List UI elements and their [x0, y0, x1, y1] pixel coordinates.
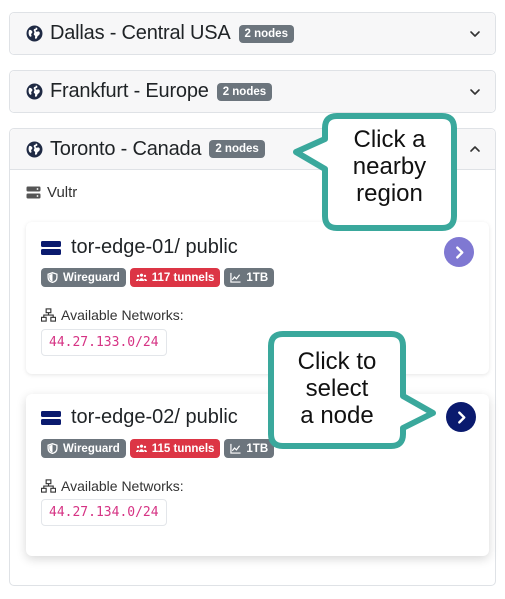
tunnels-tag: 115 tunnels: [129, 439, 221, 458]
chevron-down-icon[interactable]: [469, 86, 481, 98]
callout-line: select: [305, 375, 369, 402]
region-header-frankfurt[interactable]: Frankfurt - Europe 2 nodes: [10, 71, 495, 112]
node-count-badge: 2 nodes: [216, 82, 273, 101]
network-icon: [41, 308, 56, 322]
select-node-button[interactable]: [444, 237, 474, 267]
chevron-down-icon[interactable]: [469, 28, 481, 40]
callout-line: region: [356, 180, 423, 207]
node-scope: / public: [174, 406, 238, 428]
callout-line: a node: [300, 402, 374, 429]
node-name: tor-edge-01: [71, 236, 175, 258]
network-icon: [41, 479, 56, 493]
node-scope: / public: [174, 236, 238, 258]
node-name: tor-edge-02: [71, 406, 175, 428]
node-tags: Wireguard 115 tunnels 1TB: [41, 439, 278, 458]
shield-icon: [47, 443, 58, 454]
callout-line: Click to: [297, 348, 377, 375]
chevron-right-icon: [457, 410, 465, 424]
network-cidr: 44.27.134.0/24: [41, 499, 167, 526]
network-cidr: 44.27.133.0/24: [41, 329, 167, 356]
node-title: tor-edge-02 / public: [41, 406, 238, 429]
users-icon: [135, 444, 147, 453]
callout-line: Click a: [353, 126, 426, 153]
protocol-tag: Wireguard: [41, 439, 126, 458]
networks-label: Available Networks:: [41, 307, 184, 323]
chevron-up-icon[interactable]: [469, 143, 481, 155]
chart-line-icon: [230, 443, 241, 454]
protocol-tag: Wireguard: [41, 268, 126, 287]
node-count-badge: 2 nodes: [238, 24, 294, 43]
region-name: Frankfurt - Europe: [50, 80, 209, 102]
callout-click-region: Click a nearby region: [292, 112, 462, 232]
globe-icon: [26, 83, 43, 100]
region-header-dallas[interactable]: Dallas - Central USA 2 nodes: [10, 13, 495, 54]
server-icon: [41, 410, 61, 425]
select-node-button[interactable]: [446, 402, 476, 432]
tunnels-tag: 117 tunnels: [129, 268, 221, 287]
provider-label: Vultr: [26, 184, 77, 201]
node-tags: Wireguard 117 tunnels 1TB: [41, 268, 278, 287]
server-icon: [41, 240, 61, 255]
networks-label: Available Networks:: [41, 478, 184, 494]
region-name: Dallas - Central USA: [50, 22, 231, 44]
region-name: Toronto - Canada: [50, 137, 202, 160]
region-card-frankfurt[interactable]: Frankfurt - Europe 2 nodes: [9, 70, 496, 113]
bandwidth-tag: 1TB: [224, 268, 275, 287]
provider-name: Vultr: [47, 184, 78, 201]
node-title: tor-edge-01 / public: [41, 236, 238, 259]
callout-line: nearby: [352, 153, 427, 180]
users-icon: [135, 273, 147, 282]
region-card-dallas[interactable]: Dallas - Central USA 2 nodes: [9, 12, 496, 55]
shield-icon: [47, 272, 58, 283]
server-icon: [26, 186, 41, 199]
chart-line-icon: [230, 272, 241, 283]
globe-icon: [26, 25, 43, 42]
chevron-right-icon: [455, 245, 463, 259]
node-count-badge: 2 nodes: [209, 140, 265, 158]
callout-select-node: Click to select a node: [265, 330, 445, 450]
globe-icon: [26, 141, 43, 157]
